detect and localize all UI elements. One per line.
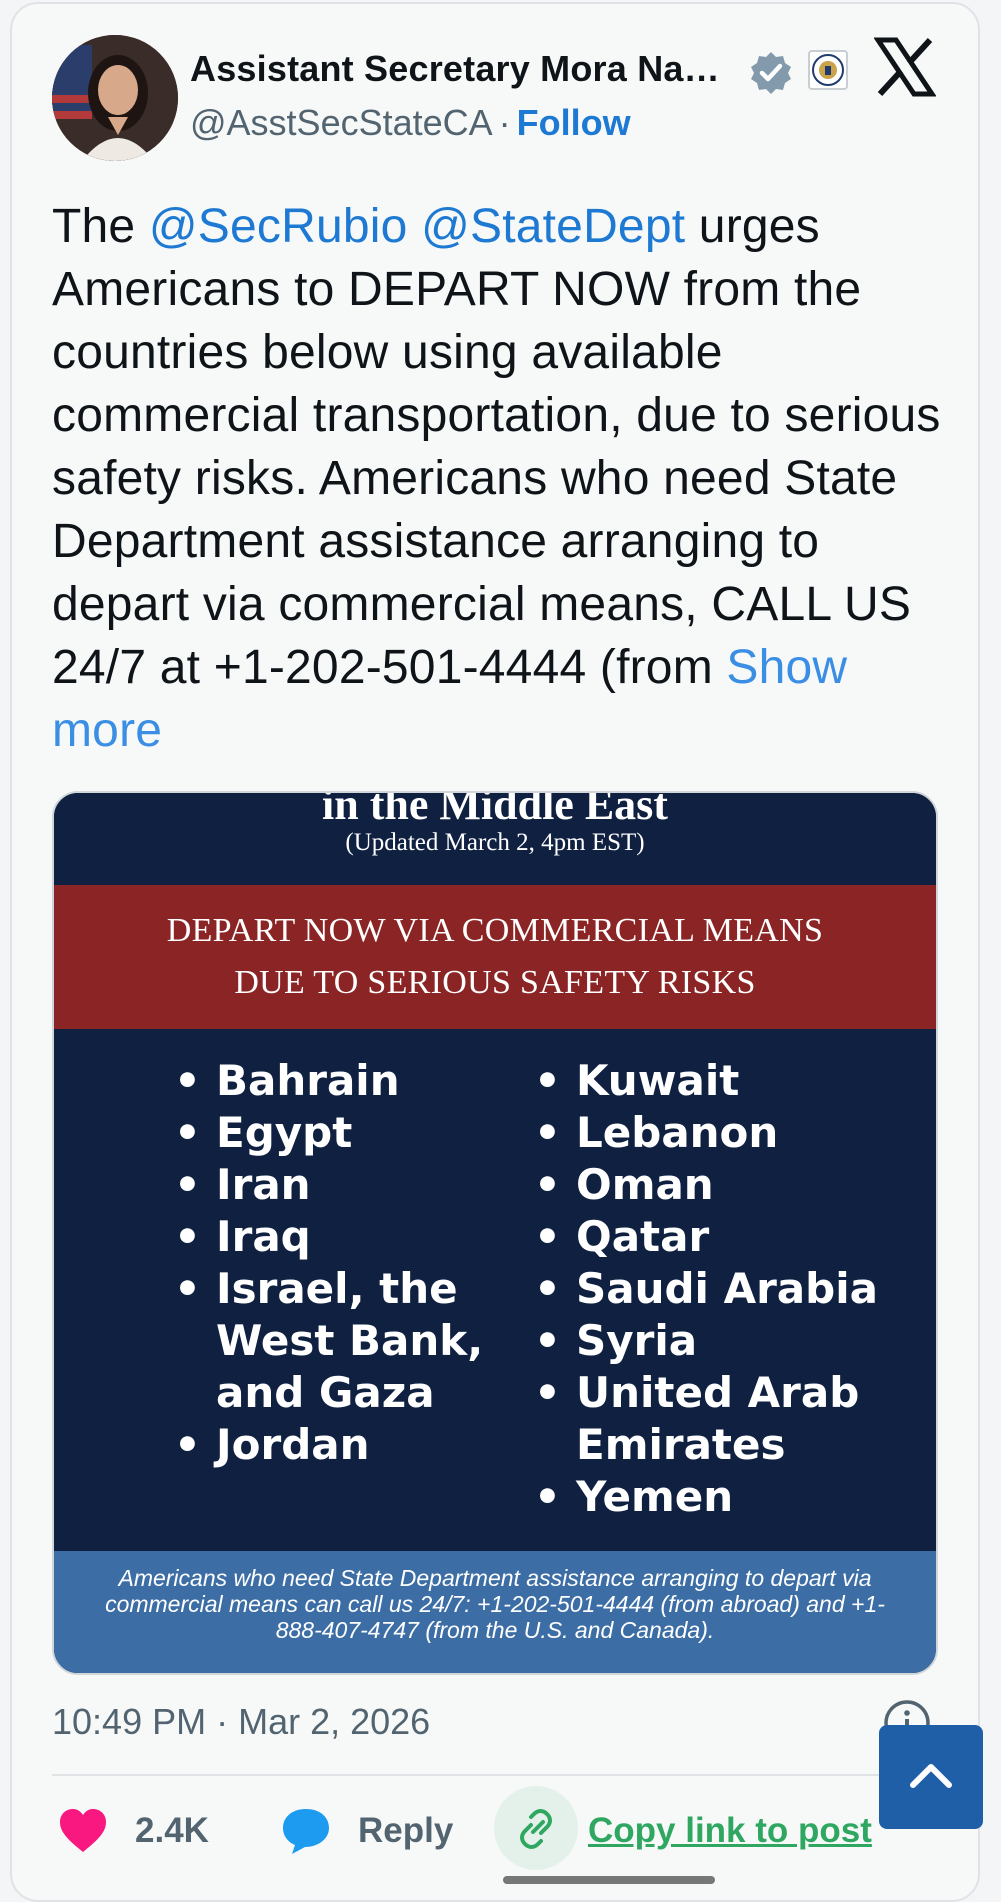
author-handle[interactable]: @AsstSecStateCA: [190, 102, 493, 143]
country-item: Kuwait: [534, 1055, 934, 1107]
like-count[interactable]: 2.4K: [135, 1811, 209, 1851]
follow-button[interactable]: Follow: [517, 102, 631, 143]
country-item: Jordan: [174, 1419, 504, 1471]
tweet-text: The @SecRubio @StateDept urges Americans…: [52, 195, 952, 762]
country-list-right: KuwaitLebanonOmanQatarSaudi ArabiaSyriaU…: [534, 1055, 934, 1523]
tweet-text-prefix: The: [52, 200, 149, 253]
avatar[interactable]: [52, 35, 178, 161]
verified-badge-icon: [751, 52, 791, 94]
link-icon: [520, 1809, 552, 1849]
x-logo-icon[interactable]: [874, 36, 936, 98]
scroll-to-top-button[interactable]: [879, 1725, 983, 1829]
chevron-up-icon: [910, 1764, 952, 1788]
country-item: Syria: [534, 1315, 934, 1367]
country-item: Egypt: [174, 1107, 504, 1159]
image-footer-note: Americans who need State Department assi…: [54, 1551, 936, 1673]
tweet-image[interactable]: in the Middle East (Updated March 2, 4pm…: [52, 791, 938, 1675]
mention-secrubio[interactable]: @SecRubio: [149, 200, 408, 253]
state-dept-seal-icon: [808, 50, 848, 90]
country-item: Bahrain: [174, 1055, 504, 1107]
warning-banner-line2: DUE TO SERIOUS SAFETY RISKS: [234, 964, 756, 1001]
country-item: Qatar: [534, 1211, 934, 1263]
country-item: Saudi Arabia: [534, 1263, 934, 1315]
image-updated-date: (Updated March 2, 4pm EST): [345, 829, 645, 856]
author-name[interactable]: Assistant Secretary Mora Na…: [190, 48, 720, 90]
image-header: in the Middle East (Updated March 2, 4pm…: [54, 793, 936, 885]
mention-statedept[interactable]: @StateDept: [421, 200, 685, 253]
tweet-timestamp[interactable]: 10:49 PM · Mar 2, 2026: [52, 1701, 430, 1743]
country-list-left: BahrainEgyptIranIraqIsrael, the West Ban…: [174, 1055, 504, 1471]
tweet-body: urges Americans to DEPART NOW from the c…: [52, 200, 941, 694]
heart-icon[interactable]: [58, 1808, 108, 1854]
country-item: Lebanon: [534, 1107, 934, 1159]
reply-bubble-icon[interactable]: [280, 1806, 332, 1856]
warning-banner-line1: DEPART NOW VIA COMMERCIAL MEANS: [166, 912, 824, 949]
country-item: Israel, the West Bank, and Gaza: [174, 1263, 504, 1419]
copy-link-label[interactable]: Copy link to post: [588, 1811, 872, 1851]
tweet-space: [408, 200, 422, 253]
image-heading: in the Middle East: [322, 791, 668, 829]
warning-banner: DEPART NOW VIA COMMERCIAL MEANS DUE TO S…: [54, 885, 936, 1029]
country-item: Yemen: [534, 1471, 934, 1523]
country-item: Oman: [534, 1159, 934, 1211]
separator-dot: ·: [498, 102, 511, 143]
author-handle-line: @AsstSecStateCA · Follow: [190, 102, 631, 144]
country-item: Iraq: [174, 1211, 504, 1263]
reply-button[interactable]: Reply: [358, 1811, 453, 1851]
divider: [52, 1774, 938, 1776]
country-item: United Arab Emirates: [534, 1367, 934, 1471]
country-item: Iran: [174, 1159, 504, 1211]
